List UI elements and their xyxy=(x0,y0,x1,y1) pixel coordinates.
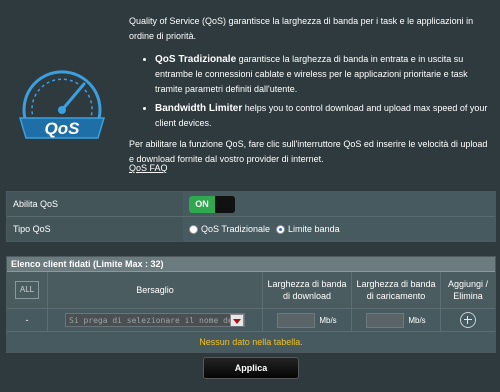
radio-bandwidth-limiter[interactable]: Limite banda xyxy=(276,224,340,234)
radio-limiter-label: Limite banda xyxy=(288,224,340,234)
feature-item-traditional: QoS Tradizionale garantisce la larghezza… xyxy=(155,52,489,97)
all-button[interactable]: ALL xyxy=(14,281,40,299)
qos-logo-icon: QoS xyxy=(18,70,106,139)
header-all-cell: ALL xyxy=(7,272,48,308)
client-select-placeholder: Si prega di selezionare il nome del xyxy=(69,316,238,325)
intro-section: QoS Quality of Service (QoS) garantisce … xyxy=(0,0,500,188)
feature-list: QoS Tradizionale garantisce la larghezza… xyxy=(129,52,489,131)
intro-paragraph-1: Quality of Service (QoS) garantisce la l… xyxy=(129,16,474,41)
no-data-message: Nessun dato nella tabella. xyxy=(199,337,303,347)
row-dash: - xyxy=(7,309,48,331)
upload-unit: Mb/s xyxy=(408,315,426,325)
feature-title-limiter: Bandwidth Limiter xyxy=(155,103,243,114)
logo-text: QoS xyxy=(45,119,81,138)
client-input-row: - Si prega di selezionare il nome del Mb… xyxy=(7,309,495,332)
toggle-on-label: ON xyxy=(189,195,215,213)
chevron-down-icon[interactable] xyxy=(230,314,244,326)
radio-traditional-label: QoS Tradizionale xyxy=(201,224,271,234)
enable-qos-label: Abilita QoS xyxy=(7,192,183,216)
download-cell: Mb/s xyxy=(263,309,352,331)
add-client-icon[interactable] xyxy=(460,312,476,328)
clients-table-header: ALL Bersaglio Larghezza di banda di down… xyxy=(7,272,495,309)
feature-title-traditional: QoS Tradizionale xyxy=(155,54,237,65)
client-select[interactable]: Si prega di selezionare il nome del xyxy=(65,313,245,327)
target-cell: Si prega di selezionare il nome del xyxy=(48,309,263,331)
upload-speed-input[interactable] xyxy=(366,312,405,328)
qos-type-label: Tipo QoS xyxy=(7,217,183,241)
header-add-delete: Aggiungi / Elimina xyxy=(447,279,489,301)
toggle-knob xyxy=(215,195,235,213)
qos-faq-link[interactable]: QoS FAQ xyxy=(129,163,168,173)
qos-settings-table: Abilita QoS ON Tipo QoS QoS Tradizionale… xyxy=(6,191,496,242)
qos-toggle[interactable]: ON xyxy=(189,195,235,213)
feature-item-limiter: Bandwidth Limiter helps you to control d… xyxy=(155,101,489,131)
header-upload: Larghezza di banda di caricamento xyxy=(352,272,441,308)
enable-qos-row: Abilita QoS ON xyxy=(7,192,495,217)
radio-traditional-qos[interactable]: QoS Tradizionale xyxy=(189,224,270,234)
intro-text: Quality of Service (QoS) garantisce la l… xyxy=(129,14,489,175)
enable-qos-value: ON xyxy=(183,192,495,216)
qos-type-value: QoS Tradizionale Limite banda xyxy=(183,217,495,241)
header-download: Larghezza di banda di download xyxy=(263,272,352,308)
radio-traditional-circle[interactable] xyxy=(189,224,198,234)
upload-cell: Mb/s xyxy=(352,309,441,331)
trusted-clients-table: Elenco client fidati (Limite Max : 32) A… xyxy=(6,256,496,353)
radio-limiter-circle[interactable] xyxy=(276,224,286,234)
qos-type-row: Tipo QoS QoS Tradizionale Limite banda xyxy=(7,217,495,241)
clients-table-title: Elenco client fidati (Limite Max : 32) xyxy=(7,257,495,272)
add-cell xyxy=(441,309,495,331)
intro-paragraph-2: Per abilitare la funzione QoS, fare clic… xyxy=(129,139,488,164)
download-speed-input[interactable] xyxy=(277,312,316,328)
apply-button[interactable]: Applica xyxy=(203,357,299,379)
download-unit: Mb/s xyxy=(319,315,337,325)
header-target: Bersaglio xyxy=(48,272,263,308)
